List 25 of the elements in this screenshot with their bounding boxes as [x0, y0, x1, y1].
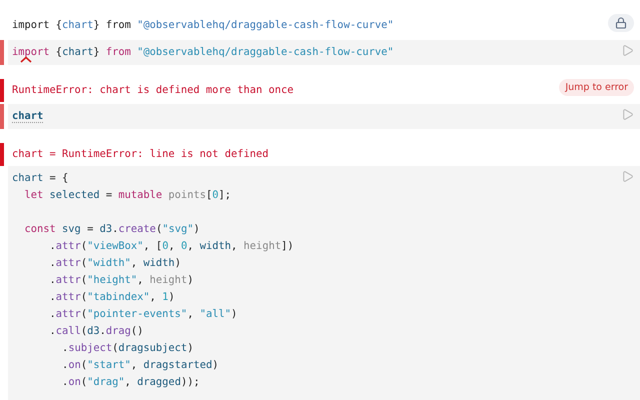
code-editor[interactable]: import {chart} from "@observablehq/draggable-cash-flow-curve" [8, 40, 640, 65]
code-line: .call(d3.drag() [48, 324, 144, 339]
code-line: .subject(dragsubject) [61, 341, 194, 356]
run-icon[interactable] [621, 44, 634, 57]
code-line: .attr("height", height) [48, 273, 194, 288]
code-line: .attr("pointer-events", "all") [48, 307, 238, 322]
code-line: chart [12, 109, 44, 124]
lock-icon[interactable] [608, 14, 634, 32]
code-line: .attr("tabindex", 1) [48, 290, 176, 305]
run-icon[interactable] [621, 108, 634, 121]
error-message: RuntimeError: chart is defined more than once [12, 83, 294, 98]
error-message: chart = RuntimeError: line is not defined [12, 147, 268, 162]
code-editor[interactable] [8, 166, 640, 400]
jump-to-error-button[interactable]: Jump to error [559, 79, 634, 96]
code-line: let selected = mutable points[0]; [24, 188, 232, 203]
code-line: .on("drag", dragged)); [61, 375, 201, 390]
code-line: .on("start", dragstarted) [61, 358, 220, 373]
code-editor[interactable]: chart [8, 104, 640, 129]
code-line: .attr("viewBox", [0, 0, width, height]) [48, 239, 295, 254]
output-line: import {chart} from "@observablehq/draggable-cash-flow-curve" [12, 18, 395, 33]
code-line: import {chart} from "@observablehq/draggable-cash-flow-curve" [12, 45, 395, 60]
code-line: chart = { [12, 171, 70, 186]
code-line: .attr("width", width) [48, 256, 182, 271]
code-line: const svg = d3.create("svg") [24, 222, 201, 237]
run-icon[interactable] [621, 170, 634, 183]
